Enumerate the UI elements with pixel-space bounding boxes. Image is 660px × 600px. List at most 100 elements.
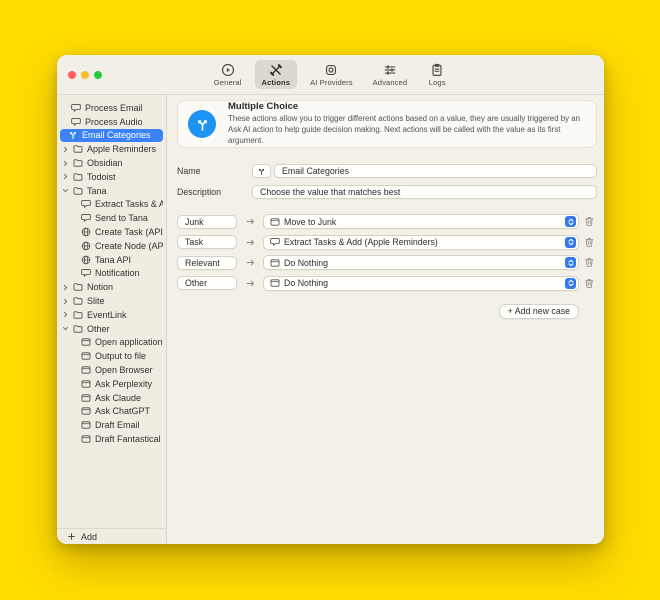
zoom-button[interactable] — [94, 70, 102, 79]
delete-case-button[interactable] — [581, 257, 597, 268]
description-input[interactable] — [252, 185, 597, 199]
delete-case-button[interactable] — [581, 278, 597, 289]
arrow-right-icon — [237, 258, 263, 267]
trash-icon — [584, 278, 595, 289]
window-icon — [81, 406, 91, 416]
delete-case-button[interactable] — [581, 237, 597, 248]
sidebar-item-obsidian[interactable]: Obsidian — [60, 156, 163, 170]
case-row: Do Nothing — [177, 275, 597, 291]
tab-ai-providers[interactable]: AI Providers — [303, 60, 360, 89]
updown-chevrons-icon[interactable] — [565, 236, 576, 248]
case-value-input[interactable] — [177, 255, 237, 270]
sidebar-item-apple-reminders[interactable]: Apple Reminders — [60, 142, 163, 156]
clipboard-icon — [430, 63, 444, 77]
action-type-title: Multiple Choice — [228, 101, 299, 113]
sidebar-item-eventlink[interactable]: EventLink — [60, 308, 163, 322]
sidebar-item-notion[interactable]: Notion — [60, 280, 163, 294]
sidebar-item-draft-email[interactable]: Draft Email — [60, 418, 163, 432]
sidebar-item-ask-claude[interactable]: Ask Claude — [60, 391, 163, 405]
sidebar-item-process-email[interactable]: Process Email — [60, 101, 163, 115]
sidebar-item-label: Process Audio — [85, 116, 143, 127]
case-action-select[interactable]: Move to Junk — [263, 214, 579, 229]
folder-icon — [73, 158, 83, 168]
chip-icon — [324, 63, 338, 77]
branch-icon — [257, 167, 266, 176]
chevron-down-icon[interactable] — [62, 187, 69, 194]
sidebar-item-process-audio[interactable]: Process Audio — [60, 115, 163, 129]
close-button[interactable] — [68, 70, 76, 79]
case-action-label: Do Nothing — [284, 278, 329, 288]
trash-icon — [584, 237, 595, 248]
add-action-button[interactable]: Add — [57, 528, 166, 544]
chevron-right-icon[interactable] — [62, 146, 69, 153]
sidebar-item-label: Notification — [95, 268, 140, 279]
updown-chevrons-icon[interactable] — [565, 257, 576, 268]
plus-icon — [67, 532, 76, 541]
tab-advanced[interactable]: Advanced — [366, 60, 415, 89]
chevron-right-icon[interactable] — [62, 298, 69, 305]
sidebar-item-create-node-api-[interactable]: Create Node (API) — [60, 239, 163, 253]
bubble-icon — [71, 117, 81, 127]
chevron-down-icon[interactable] — [62, 325, 69, 332]
window-icon — [270, 258, 280, 268]
sidebar-item-tana[interactable]: Tana — [60, 184, 163, 198]
action-type-picker-button[interactable] — [252, 164, 271, 178]
sidebar-item-tana-api[interactable]: Tana API — [60, 253, 163, 267]
tools-icon — [269, 63, 283, 77]
sidebar-item-todoist[interactable]: Todoist — [60, 170, 163, 184]
sidebar-item-label: Tana — [87, 185, 107, 196]
sidebar-item-create-task-api-[interactable]: Create Task (API) — [60, 225, 163, 239]
case-value-input[interactable] — [177, 214, 237, 229]
sidebar-item-label: Draft Email — [95, 420, 140, 431]
sidebar-item-draft-fantastical-event[interactable]: Draft Fantastical Event — [60, 432, 163, 446]
window-icon — [81, 393, 91, 403]
case-row: Do Nothing — [177, 255, 597, 270]
minimize-button[interactable] — [81, 70, 89, 79]
name-label: Name — [177, 166, 201, 176]
chevron-right-icon[interactable] — [62, 311, 69, 318]
sidebar-item-label: Output to file — [95, 351, 147, 362]
case-action-select[interactable]: Do Nothing — [263, 255, 579, 270]
sidebar-item-label: Notion — [87, 282, 114, 293]
tab-actions[interactable]: Actions — [254, 60, 298, 89]
sidebar-item-notification[interactable]: Notification — [60, 267, 163, 281]
folder-icon — [73, 324, 83, 334]
sidebar-item-output-to-file[interactable]: Output to file — [60, 349, 163, 363]
tab-general[interactable]: General — [207, 60, 249, 89]
sidebar-item-extract-tasks-add[interactable]: Extract Tasks & Add — [60, 198, 163, 212]
folder-icon — [73, 296, 83, 306]
chevron-right-icon[interactable] — [62, 173, 69, 180]
sidebar-item-label: Email Categories — [82, 130, 151, 141]
case-action-label: Move to Junk — [284, 216, 337, 227]
chevron-right-icon[interactable] — [62, 160, 69, 167]
sidebar-item-send-to-tana[interactable]: Send to Tana — [60, 211, 163, 225]
sidebar-item-label: Ask Claude — [95, 392, 142, 403]
delete-case-button[interactable] — [581, 216, 597, 227]
sidebar-item-label: Send to Tana — [95, 213, 148, 224]
sidebar-item-slite[interactable]: Slite — [60, 294, 163, 308]
name-input[interactable] — [274, 164, 597, 178]
globe-icon — [81, 255, 91, 265]
case-value-input[interactable] — [177, 276, 237, 290]
sidebar-item-email-categories[interactable]: Email Categories — [60, 128, 163, 143]
add-new-case-button[interactable]: + Add new case — [498, 303, 579, 319]
updown-chevrons-icon[interactable] — [565, 277, 576, 289]
sidebar-item-other[interactable]: Other — [60, 322, 163, 336]
window-icon — [270, 217, 280, 227]
tab-logs[interactable]: Logs — [420, 60, 454, 89]
action-type-description: These actions allow you to trigger diffe… — [228, 114, 581, 145]
sidebar-item-ask-chatgpt[interactable]: Ask ChatGPT — [60, 405, 163, 419]
sidebar-item-open-application[interactable]: Open application — [60, 336, 163, 350]
case-action-select[interactable]: Do Nothing — [263, 275, 579, 291]
branch-icon — [68, 130, 78, 140]
folder-icon — [73, 310, 83, 320]
sidebar-item-open-browser[interactable]: Open Browser — [60, 363, 163, 377]
updown-chevrons-icon[interactable] — [565, 216, 576, 227]
case-action-label: Extract Tasks & Add (Apple Reminders) — [284, 237, 438, 247]
chevron-right-icon[interactable] — [62, 284, 69, 291]
settings-window: General Actions AI Providers Advanced Lo… — [57, 55, 604, 544]
case-action-select[interactable]: Extract Tasks & Add (Apple Reminders) — [263, 234, 579, 250]
arrow-right-icon — [237, 279, 263, 288]
sidebar-item-ask-perplexity[interactable]: Ask Perplexity — [60, 377, 163, 391]
case-value-input[interactable] — [177, 235, 237, 249]
